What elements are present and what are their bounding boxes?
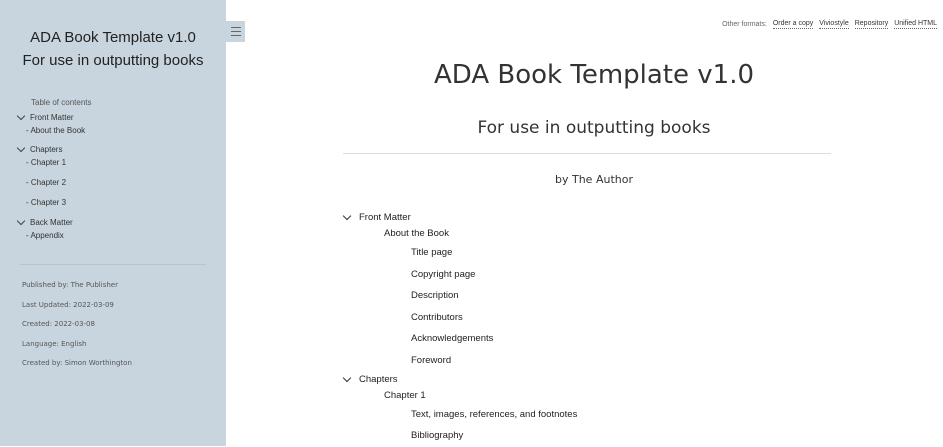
contents-group-label: Chapters <box>359 373 398 385</box>
contents-chapter-1[interactable]: Chapter 1 <box>384 388 842 404</box>
toc-group-chapters[interactable]: Chapters <box>16 143 226 156</box>
chevron-down-icon[interactable] <box>16 143 26 153</box>
repository-link[interactable]: Repository <box>854 19 889 29</box>
contents-acknowledgements[interactable]: Acknowledgements <box>411 328 842 350</box>
meta-created-by: Created by: Simon Worthington <box>22 359 132 367</box>
meta-published-by: Published by: The Publisher <box>22 281 118 289</box>
contents-contributors[interactable]: Contributors <box>411 307 842 329</box>
contents-group-label: Front Matter <box>359 212 411 223</box>
contents-group-chapters[interactable]: Chapters <box>342 372 842 388</box>
toc-group-front-matter[interactable]: Front Matter <box>16 111 226 124</box>
meta-created: Created: 2022-03-08 <box>22 320 95 328</box>
other-formats-label: Other formats: <box>722 20 767 28</box>
meta-language: Language: English <box>22 339 87 348</box>
main-contents: Front Matter About the Book Title page C… <box>342 210 842 447</box>
contents-bibliography[interactable]: Bibliography <box>411 425 842 447</box>
contents-group-front-matter[interactable]: Front Matter <box>342 210 842 226</box>
chevron-down-icon[interactable] <box>342 211 352 221</box>
contents-description[interactable]: Description <box>411 285 842 307</box>
author-byline: by The Author <box>555 173 633 186</box>
book-metadata: Published by: The Publisher Last Updated… <box>22 281 226 368</box>
title-divider <box>343 153 831 154</box>
chevron-down-icon[interactable] <box>16 111 26 121</box>
sidebar-title-line2: For use in outputting books <box>22 52 204 69</box>
toc-item-chapter-1[interactable]: - Chapter 1 <box>26 156 226 169</box>
toc-item-about-the-book[interactable]: - About the Book <box>26 124 226 137</box>
chevron-down-icon[interactable] <box>342 373 352 382</box>
hamburger-icon <box>230 27 241 28</box>
toc-item-chapter-3[interactable]: - Chapter 3 <box>26 196 226 209</box>
unified-html-link[interactable]: Unified HTML <box>894 19 937 29</box>
sidebar-title: ADA Book Template v1.0 For use in output… <box>0 28 226 71</box>
toc-item-chapter-2[interactable]: - Chapter 2 <box>26 176 226 189</box>
sidebar-toggle-button[interactable] <box>226 21 245 42</box>
meta-last-updated: Last Updated: 2022-03-09 <box>22 300 114 309</box>
toc-group-label: Front Matter <box>30 113 74 122</box>
contents-copyright-page[interactable]: Copyright page <box>411 264 842 286</box>
toc-group-label: Back Matter <box>30 218 73 227</box>
contents-about-the-book[interactable]: About the Book <box>384 226 842 242</box>
sidebar-divider <box>20 264 206 265</box>
toc-heading: Table of contents <box>31 98 92 107</box>
contents-text-images-references[interactable]: Text, images, references, and footnotes <box>411 404 842 426</box>
chevron-down-icon[interactable] <box>16 216 26 226</box>
viviostyle-link[interactable]: Viviostyle <box>819 19 849 29</box>
sidebar: ADA Book Template v1.0 For use in output… <box>0 0 226 446</box>
toc-group-label: Chapters <box>30 145 63 154</box>
sidebar-title-line1: ADA Book Template v1.0 <box>30 29 196 46</box>
contents-title-page[interactable]: Title page <box>411 242 842 264</box>
toc-item-appendix[interactable]: - Appendix <box>26 229 226 242</box>
order-copy-link[interactable]: Order a copy <box>772 19 814 29</box>
toc-group-back-matter[interactable]: Back Matter <box>16 216 226 229</box>
table-of-contents: Front Matter - About the Book Chapters -… <box>0 111 226 242</box>
page-title: ADA Book Template v1.0 <box>433 60 754 90</box>
other-formats-bar: Other formats: Order a copy Viviostyle R… <box>722 19 937 29</box>
contents-foreword[interactable]: Foreword <box>411 350 842 372</box>
page-subtitle: For use in outputting books <box>477 118 711 138</box>
